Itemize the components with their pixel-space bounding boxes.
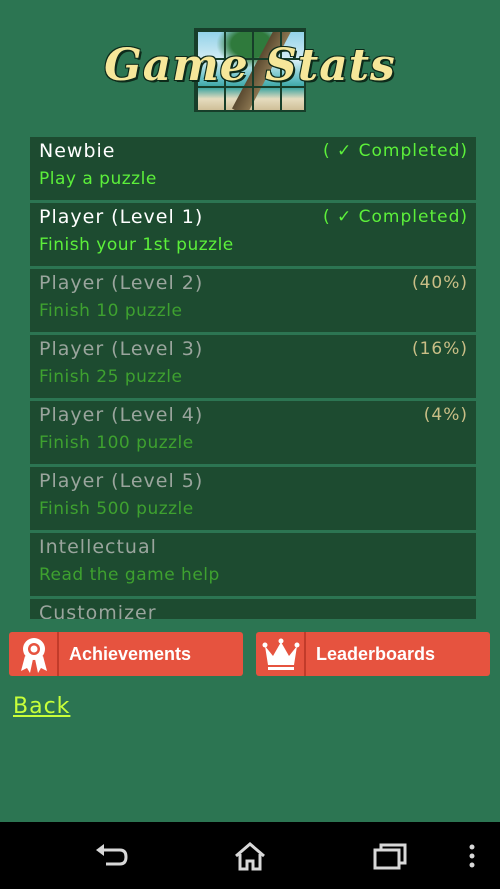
header: Game Stats [0, 0, 500, 132]
achievement-row: Player (Level 3) (16%) Finish 25 puzzle [30, 335, 476, 398]
achievement-description: Finish 500 puzzle [39, 499, 194, 519]
achievement-row: Player (Level 5) Finish 500 puzzle [30, 467, 476, 530]
leaderboards-button-label: Leaderboards [316, 644, 436, 664]
achievement-name: Player (Level 1) [39, 206, 204, 228]
achievement-row: Player (Level 4) (4%) Finish 100 puzzle [30, 401, 476, 464]
achievements-button-label: Achievements [69, 644, 192, 664]
home-icon[interactable] [230, 840, 270, 872]
leaderboards-button[interactable]: Leaderboards [256, 632, 490, 676]
achievement-row: Newbie ( ✓ Completed) Play a puzzle [30, 137, 476, 200]
recent-apps-icon[interactable] [370, 840, 410, 872]
crown-icon [256, 632, 306, 676]
achievement-name: Player (Level 4) [39, 404, 204, 426]
achievement-description: Play a puzzle [39, 169, 157, 189]
achievement-status: (4%) [423, 405, 468, 425]
achievement-status: ( ✓ Completed) [322, 141, 468, 161]
achievement-description: Finish your 1st puzzle [39, 235, 234, 255]
achievement-list[interactable]: Newbie ( ✓ Completed) Play a puzzle Play… [30, 137, 476, 619]
achievement-row: Customizer [30, 599, 476, 619]
achievement-description: Finish 100 puzzle [39, 433, 194, 453]
achievement-status: (16%) [411, 339, 468, 359]
android-nav-bar [0, 822, 500, 889]
page-title: Game Stats [104, 40, 396, 91]
back-arrow-icon[interactable] [92, 840, 132, 872]
achievement-name: Customizer [39, 602, 157, 619]
ribbon-medal-icon [9, 632, 59, 676]
achievement-row: Intellectual Read the game help [30, 533, 476, 596]
achievement-name: Player (Level 2) [39, 272, 204, 294]
achievements-button[interactable]: Achievements [9, 632, 243, 676]
achievement-description: Finish 25 puzzle [39, 367, 183, 387]
achievement-status: ( ✓ Completed) [322, 207, 468, 227]
achievement-name: Intellectual [39, 536, 157, 558]
achievement-name: Newbie [39, 140, 116, 162]
achievement-row: Player (Level 2) (40%) Finish 10 puzzle [30, 269, 476, 332]
achievement-name: Player (Level 3) [39, 338, 204, 360]
back-link[interactable]: Back [13, 694, 70, 719]
achievement-description: Read the game help [39, 565, 220, 585]
overflow-menu-icon[interactable] [462, 840, 482, 872]
achievement-status: (40%) [411, 273, 468, 293]
achievement-description: Finish 10 puzzle [39, 301, 183, 321]
achievement-name: Player (Level 5) [39, 470, 204, 492]
achievement-row: Player (Level 1) ( ✓ Completed) Finish y… [30, 203, 476, 266]
